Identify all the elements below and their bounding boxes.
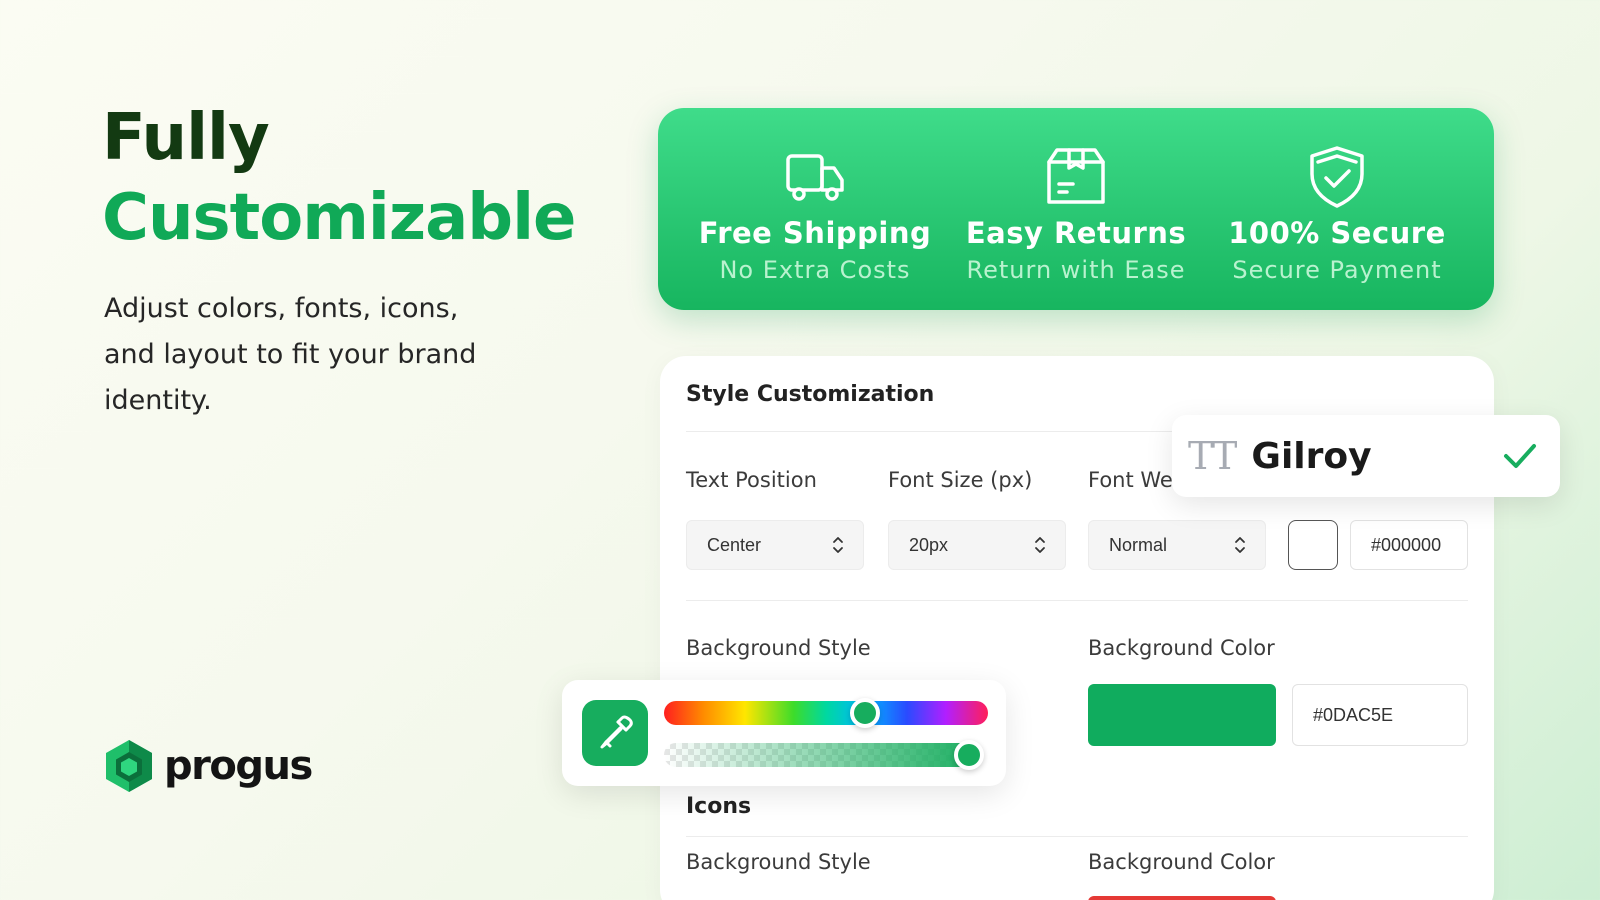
font-weight-value: Normal	[1109, 534, 1168, 555]
icons-background-color-label: Background Color	[1088, 850, 1275, 874]
icons-section-title: Icons	[686, 794, 752, 819]
icons-background-color-swatch[interactable]	[1088, 896, 1276, 900]
eyedropper-button[interactable]	[582, 700, 648, 766]
font-name: Gilroy	[1251, 435, 1372, 477]
feature-title: 100% Secure	[1228, 216, 1446, 250]
feature-subtitle: Secure Payment	[1232, 256, 1442, 284]
hero-title-line1: Fully	[102, 101, 270, 175]
feature-title: Easy Returns	[965, 216, 1187, 250]
background-color-hex-input[interactable]: #0DAC5E	[1292, 684, 1468, 746]
divider	[686, 600, 1468, 601]
opacity-slider-handle[interactable]	[954, 740, 985, 770]
chevron-updown-icon	[1035, 537, 1045, 553]
font-size-select[interactable]: 20px	[888, 520, 1066, 570]
hero-subtitle: Adjust colors, fonts, icons, and layout …	[104, 293, 477, 416]
feature-free-shipping: Free Shipping No Extra Costs	[698, 108, 932, 310]
text-color-swatch[interactable]	[1288, 520, 1338, 570]
hue-slider-handle[interactable]	[849, 698, 880, 728]
truck-icon	[786, 154, 844, 201]
background-color-swatch[interactable]	[1088, 684, 1276, 746]
logo-text: progus	[164, 743, 313, 789]
panel-title: Style Customization	[686, 382, 935, 407]
text-position-select[interactable]: Center	[686, 520, 864, 570]
opacity-slider[interactable]	[664, 743, 982, 767]
chevron-updown-icon	[1235, 537, 1245, 553]
brand-logo: progus	[104, 738, 313, 794]
trust-badges-banner: Free Shipping No Extra Costs Easy Return…	[658, 108, 1494, 310]
hero-title-line2: Customizable	[102, 181, 576, 255]
feature-secure: 100% Secure Secure Payment	[1222, 108, 1452, 310]
text-position-label: Text Position	[686, 468, 817, 492]
shield-check-icon	[1310, 146, 1364, 208]
text-position-value: Center	[707, 534, 762, 555]
background-style-label: Background Style	[686, 636, 871, 660]
eyedropper-icon	[600, 715, 633, 749]
font-size-value: 20px	[909, 534, 949, 555]
font-select-popup[interactable]: TT Gilroy	[1172, 415, 1560, 497]
feature-subtitle: Return with Ease	[966, 256, 1186, 284]
feature-title: Free Shipping	[698, 216, 932, 250]
hue-slider[interactable]	[664, 701, 988, 725]
hero-title: Fully Customizable	[102, 98, 576, 258]
font-type-icon: TT	[1188, 434, 1237, 478]
progus-logo-icon	[106, 740, 152, 792]
check-icon	[1504, 444, 1536, 468]
feature-easy-returns: Easy Returns Return with Ease	[961, 108, 1191, 310]
font-size-label: Font Size (px)	[888, 468, 1033, 492]
text-color-hex-input[interactable]: #000000	[1350, 520, 1468, 570]
background-color-label: Background Color	[1088, 636, 1275, 660]
color-picker-popup	[562, 680, 1006, 786]
feature-subtitle: No Extra Costs	[719, 256, 911, 284]
chevron-updown-icon	[833, 537, 843, 553]
icons-background-style-label: Background Style	[686, 850, 871, 874]
return-box-icon	[1047, 148, 1105, 204]
font-weight-select[interactable]: Normal	[1088, 520, 1266, 570]
divider	[686, 836, 1468, 837]
